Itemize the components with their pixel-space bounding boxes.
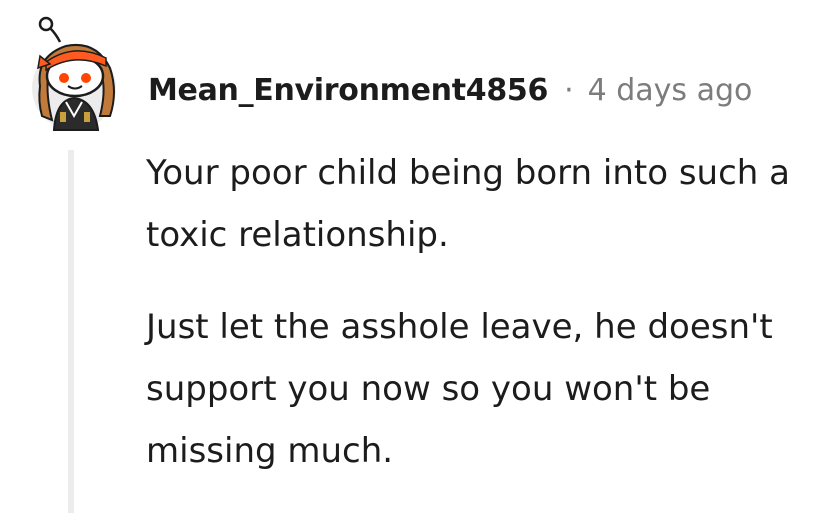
comment-timestamp[interactable]: 4 days ago [588,73,753,108]
meta-separator: · [564,72,574,108]
comment-body: Your poor child being born into such a t… [146,142,816,512]
snoo-avatar-icon [32,16,116,131]
comment-paragraph: Your poor child being born into such a t… [146,153,790,255]
thread-collapse-line[interactable] [68,150,74,513]
comment-paragraph: Just let the asshole leave, he doesn't s… [146,307,773,471]
comment-header: Mean_Environment4856 · 4 days ago [148,68,752,112]
comment-author[interactable]: Mean_Environment4856 [148,73,548,108]
user-avatar[interactable] [26,12,122,132]
